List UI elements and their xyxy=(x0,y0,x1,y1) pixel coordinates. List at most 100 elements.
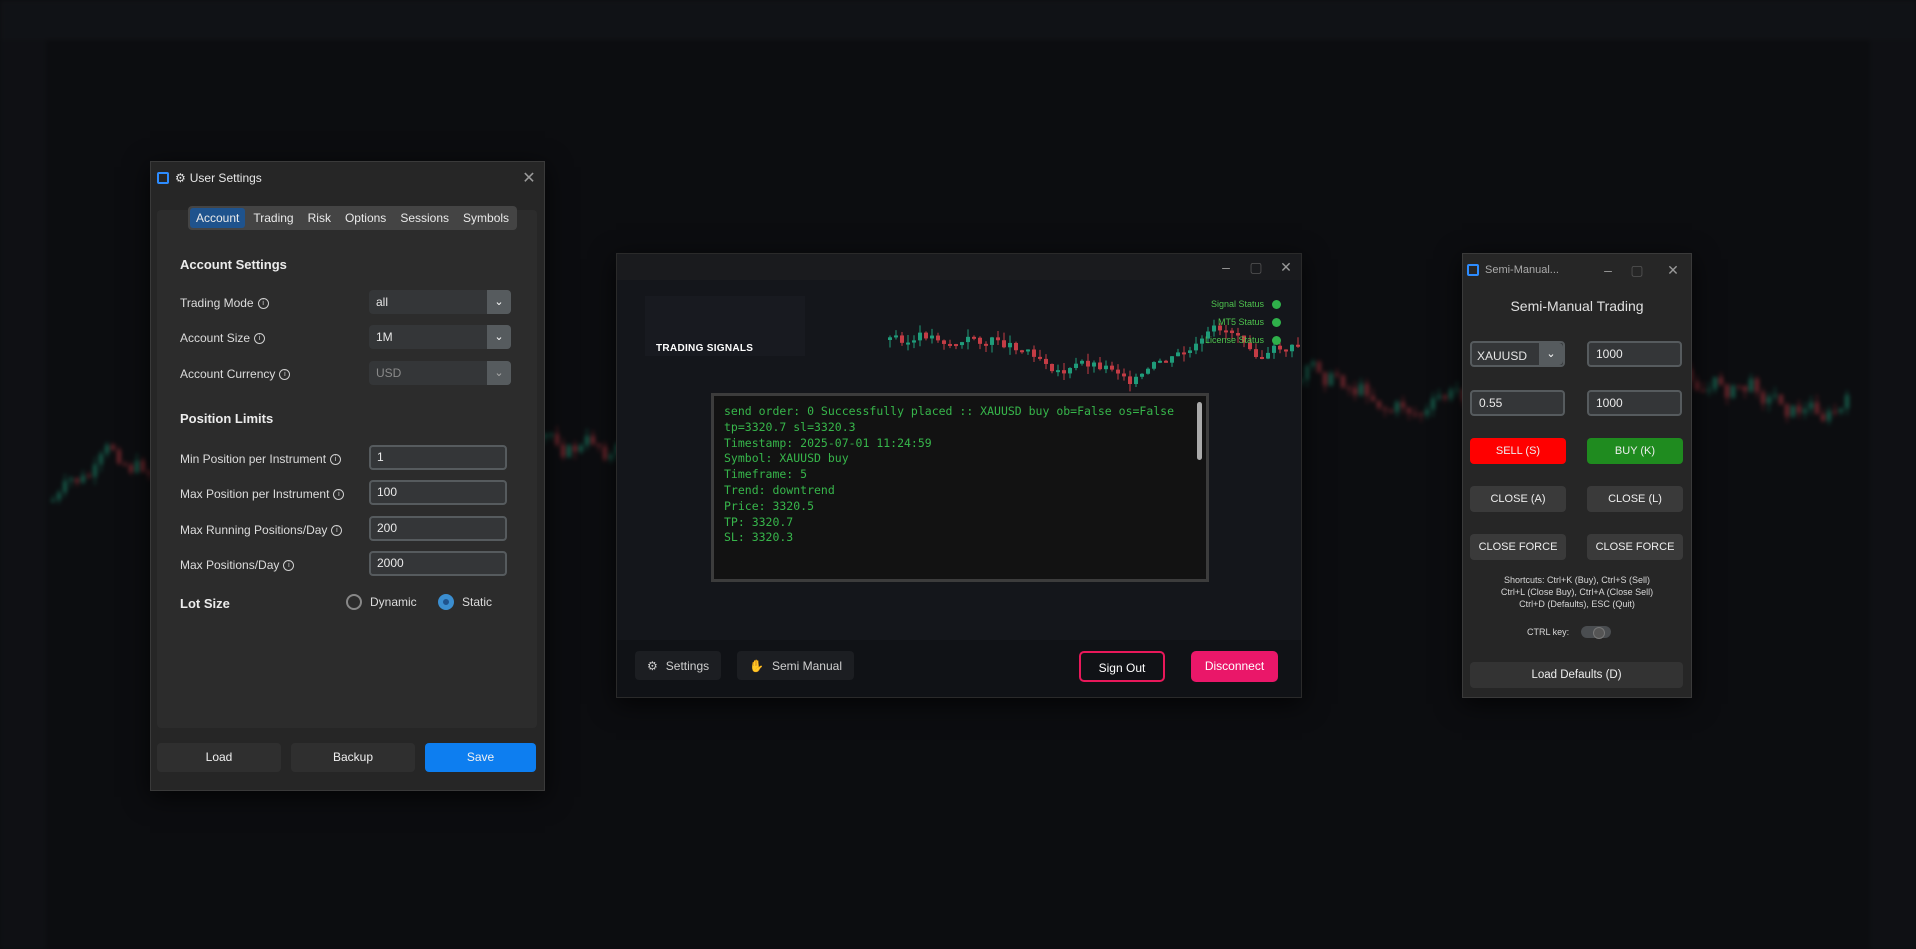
trading-mode-select[interactable]: all ⌄ xyxy=(369,290,511,314)
points-input[interactable]: 1000 xyxy=(1587,390,1682,416)
settings-title: User Settings xyxy=(189,171,262,185)
close-a-button[interactable]: CLOSE (A) xyxy=(1470,486,1566,512)
sign-out-button[interactable]: Sign Out xyxy=(1079,651,1165,682)
backup-button[interactable]: Backup xyxy=(291,743,415,772)
candle-body xyxy=(609,454,613,460)
semi-manual-button[interactable]: ✋ Semi Manual xyxy=(737,651,854,680)
trading-signals-window: – ▢ ✕ TRADING SIGNALS Signal Status MT5 … xyxy=(616,253,1302,698)
candle-body xyxy=(1329,373,1333,386)
tab-options[interactable]: Options xyxy=(339,208,392,228)
close-icon[interactable]: ✕ xyxy=(1655,262,1691,279)
close-icon[interactable]: ✕ xyxy=(1271,259,1301,276)
candle-body xyxy=(1212,325,1216,332)
semi-title: Semi-Manual... xyxy=(1485,264,1559,276)
candle-body xyxy=(57,492,61,500)
info-icon: i xyxy=(283,560,295,572)
volume-input[interactable]: 1000 xyxy=(1587,341,1682,367)
lot-dynamic-radio[interactable]: Dynamic xyxy=(346,594,417,610)
minimize-icon[interactable]: – xyxy=(1597,262,1619,278)
radio-on[interactable] xyxy=(438,594,454,610)
tab-sessions[interactable]: Sessions xyxy=(394,208,455,228)
load-button[interactable]: Load xyxy=(157,743,281,772)
candle-body xyxy=(1128,376,1132,385)
candle-body xyxy=(1443,395,1447,399)
candle-body xyxy=(1809,402,1813,409)
settings-button[interactable]: ⚙ Settings xyxy=(635,651,722,680)
buy-button[interactable]: BUY (K) xyxy=(1587,438,1683,464)
candle-body xyxy=(1455,388,1459,391)
maximize-icon[interactable]: ▢ xyxy=(1619,262,1655,279)
candle-body xyxy=(1815,402,1819,415)
max-day-input[interactable]: 2000 xyxy=(369,551,507,576)
candle-body xyxy=(1260,357,1264,360)
candle-body xyxy=(1707,389,1711,392)
candle-body xyxy=(1773,394,1777,397)
tab-trading[interactable]: Trading xyxy=(247,208,299,228)
candle-body xyxy=(1383,407,1387,411)
tab-account[interactable]: Account xyxy=(190,208,246,228)
status-dot-icon xyxy=(1272,299,1281,309)
tab-risk[interactable]: Risk xyxy=(302,208,337,228)
lot-input[interactable]: 0.55 xyxy=(1470,390,1565,416)
candle-body xyxy=(1182,352,1186,355)
candle-body xyxy=(585,435,589,446)
minimize-icon[interactable]: – xyxy=(1211,259,1241,275)
candle-body xyxy=(561,444,565,457)
close-force-sell-button[interactable]: CLOSE FORCE xyxy=(1470,534,1566,560)
candle-body xyxy=(1062,370,1066,374)
candle-body xyxy=(900,335,904,343)
console-scrollbar[interactable] xyxy=(1197,402,1202,460)
close-icon[interactable]: ✕ xyxy=(514,168,544,188)
trading-signals-title: TRADING SIGNALS xyxy=(656,343,754,354)
signal-console[interactable]: send order: 0 Successfully placed :: XAU… xyxy=(711,393,1209,582)
save-button[interactable]: Save xyxy=(425,743,536,772)
close-force-buy-button[interactable]: CLOSE FORCE xyxy=(1587,534,1683,560)
settings-tabs: Account Trading Risk Options Sessions Sy… xyxy=(188,206,518,230)
chevron-down-icon[interactable]: ⌄ xyxy=(487,290,511,314)
chevron-down-icon[interactable]: ⌄ xyxy=(1539,343,1563,365)
candle-body xyxy=(1170,356,1174,363)
candle-body xyxy=(123,463,127,466)
candle-body xyxy=(1389,410,1393,413)
candle-body xyxy=(1188,350,1192,353)
candle-body xyxy=(1437,395,1441,399)
max-position-input[interactable]: 100 xyxy=(369,480,507,505)
chevron-down-icon[interactable]: ⌄ xyxy=(487,325,511,349)
semi-heading: Semi-Manual Trading xyxy=(1510,298,1644,314)
trading-mode-label: Trading Mode i xyxy=(180,296,269,310)
account-size-select[interactable]: 1M ⌄ xyxy=(369,325,511,349)
min-position-input[interactable]: 1 xyxy=(369,445,507,470)
candle-body xyxy=(1413,413,1417,416)
candle-body xyxy=(1110,365,1114,370)
candle-body xyxy=(135,460,139,473)
info-icon: i xyxy=(279,369,291,381)
candle-body xyxy=(1779,394,1783,405)
disconnect-button[interactable]: Disconnect xyxy=(1191,651,1278,682)
candle-body xyxy=(1323,372,1327,386)
lot-static-radio[interactable]: Static xyxy=(438,594,492,610)
account-settings-heading: Account Settings xyxy=(180,257,287,272)
candle-body xyxy=(1122,373,1126,377)
close-l-button[interactable]: CLOSE (L) xyxy=(1587,486,1683,512)
candle-body xyxy=(1713,377,1717,390)
candle-body xyxy=(1032,349,1036,357)
candle-body xyxy=(99,453,103,465)
account-currency-label: Account Currency i xyxy=(180,367,291,381)
candle-body xyxy=(93,464,97,477)
sell-button[interactable]: SELL (S) xyxy=(1470,438,1566,464)
ctrl-key-toggle[interactable] xyxy=(1581,626,1612,639)
candle-body xyxy=(954,344,958,347)
maximize-icon[interactable]: ▢ xyxy=(1241,259,1271,276)
candle-body xyxy=(1038,356,1042,359)
symbol-select[interactable]: XAUUSD ⌄ xyxy=(1470,341,1565,367)
candle-body xyxy=(936,335,940,341)
candle-body xyxy=(1821,414,1825,421)
candle-body xyxy=(105,445,109,454)
tab-symbols[interactable]: Symbols xyxy=(457,208,515,228)
max-running-input[interactable]: 200 xyxy=(369,516,507,541)
candle-body xyxy=(1092,362,1096,367)
position-limits-heading: Position Limits xyxy=(180,411,274,426)
candle-body xyxy=(1425,409,1429,416)
load-defaults-button[interactable]: Load Defaults (D) xyxy=(1470,662,1683,688)
radio-off[interactable] xyxy=(346,594,362,610)
